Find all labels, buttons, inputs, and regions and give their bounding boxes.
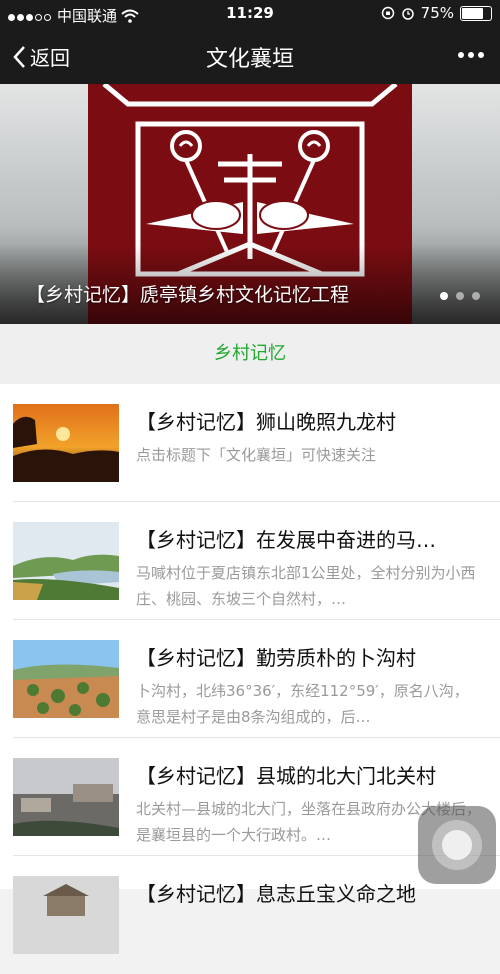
article-item[interactable]: 【乡村记忆】在发展中奋进的马… 马喊村位于夏店镇东北部1公里处，全村分别为小西庄… [0,502,500,620]
status-bar: 中国联通 11:29 75% [0,0,500,28]
article-item[interactable]: 【乡村记忆】勤劳质朴的卜沟村 卜沟村，北纬36°36′，东经112°59′，原名… [0,620,500,738]
article-title: 【乡村记忆】县城的北大门北关村 [136,764,436,788]
article-summary: 马喊村位于夏店镇东北部1公里处，全村分别为小西庄、桃园、东坡三个自然村，… [136,564,476,608]
article-thumbnail [13,640,119,718]
section-title: 乡村记忆 [0,324,500,384]
article-summary: 卜沟村，北纬36°36′，东经112°59′，原名八沟，意思是村子是由8条沟组成… [136,682,469,726]
article-thumbnail [13,876,119,954]
article-title: 【乡村记忆】勤劳质朴的卜沟村 [136,646,416,670]
assistive-touch-button[interactable] [418,806,496,884]
article-summary: 点击标题下「文化襄垣」可快速关注 [136,446,377,464]
article-title: 【乡村记忆】在发展中奋进的马… [136,528,436,552]
assistive-touch-core [442,830,472,860]
article-title: 【乡村记忆】狮山晚照九龙村 [136,410,396,434]
article-thumbnail [13,404,119,482]
battery-percent: 75% [420,4,454,22]
banner-pager [440,292,480,300]
rotation-lock-icon [381,6,394,20]
banner-carousel[interactable]: 【乡村记忆】虒亭镇乡村文化记忆工程 [0,84,500,324]
nav-bar: 返回 文化襄垣 [0,28,500,84]
more-button[interactable] [458,52,484,58]
banner-caption: 【乡村记忆】虒亭镇乡村文化记忆工程 [26,284,350,306]
article-item[interactable]: 【乡村记忆】狮山晚照九龙村 点击标题下「文化襄垣」可快速关注 [0,384,500,502]
battery-fill [462,7,483,19]
battery-icon [460,5,492,21]
status-right: 75% [381,4,492,22]
page-title: 文化襄垣 [205,47,294,72]
alarm-icon [401,8,414,20]
article-thumbnail [13,522,119,600]
article-thumbnail [13,758,119,836]
